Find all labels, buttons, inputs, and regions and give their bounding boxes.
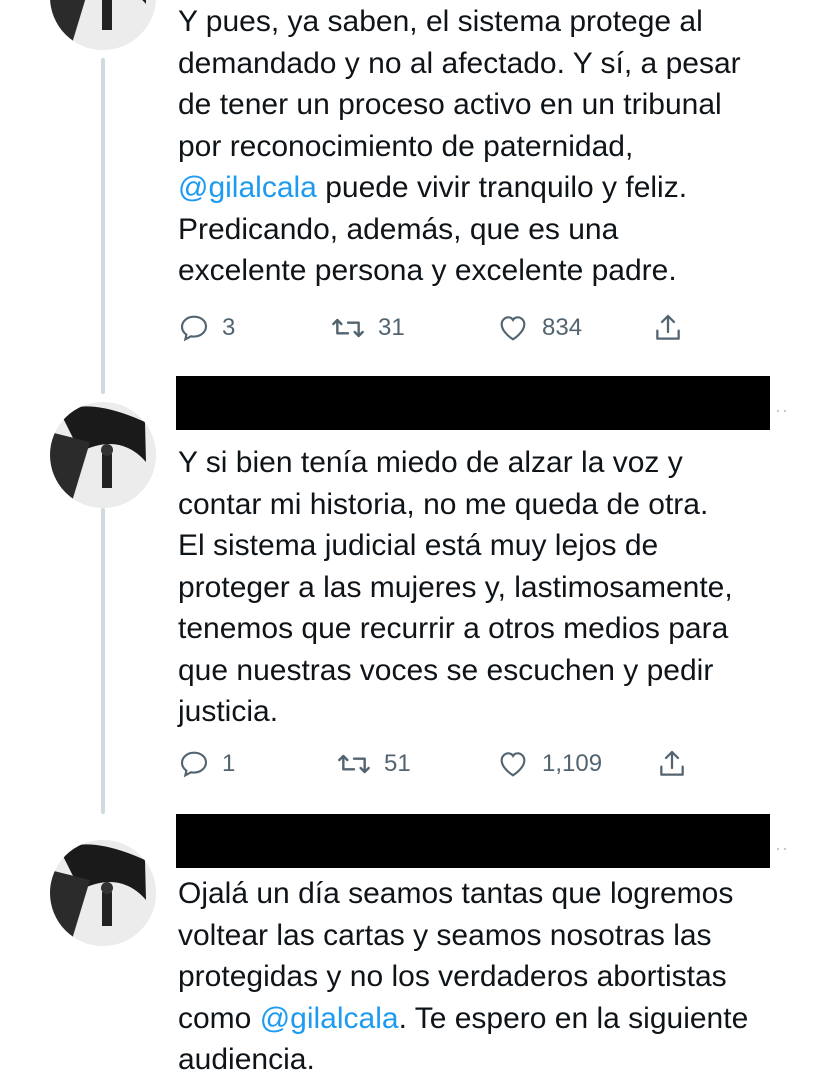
- tweet-text: Ojalá un día seamos tantas que logremos …: [178, 877, 749, 1076]
- more-icon[interactable]: ··: [775, 400, 789, 421]
- thread-connector-1: [101, 58, 105, 394]
- mention-link[interactable]: @gilalcala: [260, 1002, 399, 1035]
- like-count: 834: [542, 314, 583, 341]
- reply-icon: [180, 315, 208, 342]
- share-button[interactable]: [652, 310, 684, 346]
- heart-icon: [500, 316, 526, 341]
- tweet-text: Y si bien tenía miedo de alzar la voz y …: [178, 446, 733, 728]
- tweet-text: Y pues, ya saben, el sistema protege al …: [178, 5, 741, 287]
- mention-link[interactable]: @gilalcala: [178, 171, 317, 204]
- more-icon[interactable]: ··: [775, 838, 789, 859]
- reply-count: 3: [222, 314, 236, 341]
- retweet-button[interactable]: 31: [330, 310, 405, 346]
- share-icon: [656, 314, 680, 340]
- redacted-header: [176, 376, 770, 430]
- like-button[interactable]: 834: [496, 310, 582, 346]
- redacted-header: [176, 814, 770, 868]
- like-button[interactable]: 1,109: [496, 746, 602, 782]
- retweet-icon: [338, 754, 370, 774]
- retweet-icon: [332, 318, 364, 338]
- share-button[interactable]: [656, 746, 688, 782]
- retweet-button[interactable]: 51: [336, 746, 411, 782]
- retweet-count: 31: [378, 314, 405, 341]
- retweet-count: 51: [384, 750, 411, 777]
- avatar-image: [50, 0, 156, 50]
- avatar[interactable]: [50, 0, 156, 50]
- avatar-image: [50, 402, 156, 508]
- reply-button[interactable]: 3: [178, 310, 235, 346]
- thread-connector-2: [101, 508, 105, 814]
- avatar[interactable]: [50, 402, 156, 508]
- heart-icon: [500, 752, 526, 777]
- reply-count: 1: [222, 750, 236, 777]
- reply-icon: [180, 751, 208, 778]
- reply-button[interactable]: 1: [178, 746, 235, 782]
- like-count: 1,109: [542, 750, 603, 777]
- avatar-image: [50, 840, 156, 946]
- share-icon: [660, 750, 684, 776]
- avatar[interactable]: [50, 840, 156, 946]
